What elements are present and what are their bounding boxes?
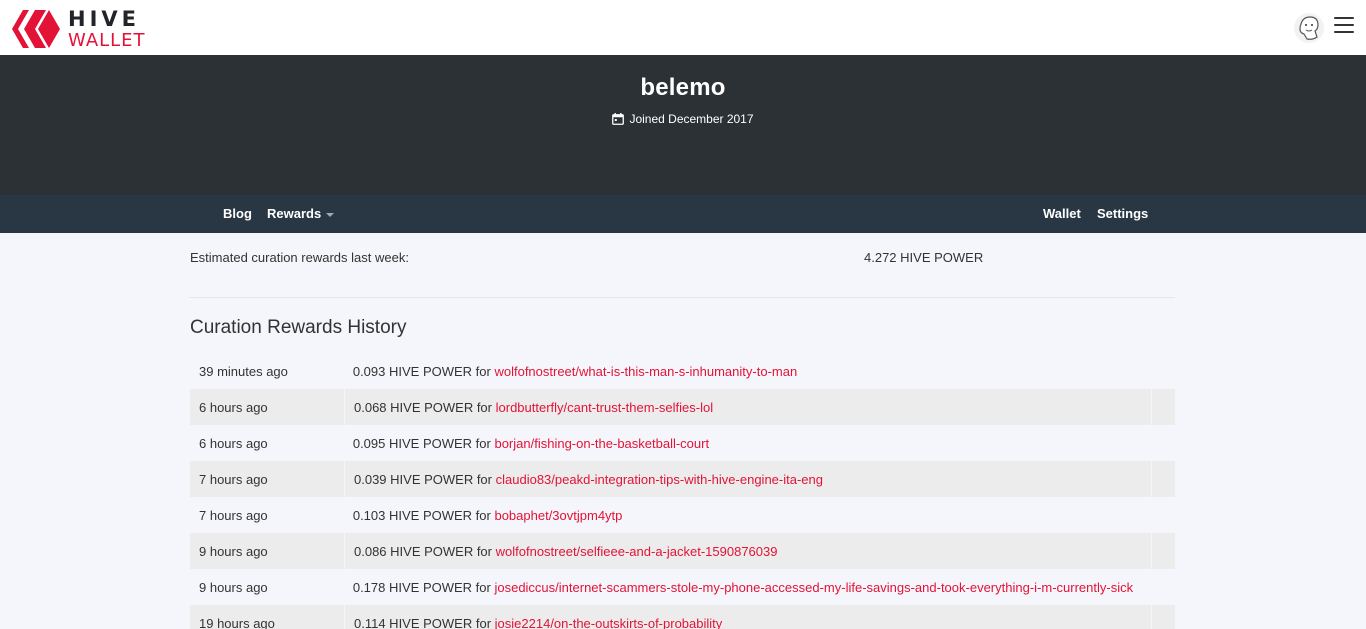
nav-blog[interactable]: Blog [223,206,252,221]
top-bar: HIVE WALLET [0,0,1366,55]
history-time: 6 hours ago [199,435,268,451]
nav-settings[interactable]: Settings [1097,206,1148,221]
rewards-content: Estimated curation rewards last week: 4.… [189,233,1175,629]
logo-hive-text: HIVE [68,6,140,31]
joined-text: Joined December 2017 [629,112,754,126]
user-avatar-icon[interactable] [1293,12,1325,44]
history-detail: 0.068 HIVE POWER for lordbutterfly/cant-… [344,389,1151,425]
history-amount: 0.095 HIVE POWER for [352,435,491,451]
estimate-row: Estimated curation rewards last week: 4.… [189,233,1175,298]
history-amount: 0.178 HIVE POWER for [352,579,491,595]
calendar-icon [612,113,625,125]
history-row-spacer [1151,533,1175,569]
history-time: 19 hours ago [199,615,275,629]
history-post-link[interactable]: borjan/fishing-on-the-basketball-court [494,436,709,451]
history-post-link[interactable]: josediccus/internet-scammers-stole-my-ph… [494,580,1133,595]
history-post-link[interactable]: wolfofnostreet/what-is-this-man-s-inhuma… [494,364,797,379]
history-amount: 0.068 HIVE POWER for [354,399,492,415]
history-time: 39 minutes ago [199,363,288,379]
history-post-link[interactable]: wolfofnostreet/selfieee-and-a-jacket-159… [496,544,778,559]
history-amount: 0.039 HIVE POWER for [354,471,492,487]
hive-logo-icon [12,10,60,48]
history-row: 7 hours ago 0.039 HIVE POWER for claudio8… [190,461,1175,497]
logo-wallet-text: WALLET [68,29,146,51]
history-row: 7 hours ago 0.103 HIVE POWER for bobaphet… [190,497,1150,533]
history-row: 19 hours ago 0.114 HIVE POWER for josie22… [190,605,1175,629]
curation-history-table: 39 minutes ago 0.093 HIVE POWER for wolfo… [190,353,1175,629]
history-post-link[interactable]: josie2214/on-the-outskirts-of-probabilit… [495,616,723,629]
joined-date: Joined December 2017 [612,112,754,126]
history-detail: 0.039 HIVE POWER for claudio83/peakd-int… [344,461,1151,497]
history-post-link[interactable]: claudio83/peakd-integration-tips-with-hi… [496,472,823,487]
section-title: Curation Rewards History [190,317,407,338]
estimate-value: 4.272 HIVE POWER [864,250,984,265]
history-amount: 0.114 HIVE POWER for [354,615,492,629]
caret-down-icon [326,212,335,217]
history-amount: 0.086 HIVE POWER for [354,543,492,559]
nav-wallet[interactable]: Wallet [1043,206,1081,221]
history-amount: 0.103 HIVE POWER for [352,507,491,523]
history-row: 6 hours ago 0.068 HIVE POWER for lordbutt… [190,389,1175,425]
history-amount: 0.093 HIVE POWER for [352,363,491,379]
history-detail: 0.103 HIVE POWER for bobaphet/3ovtjpm4yt… [344,497,1150,533]
history-time: 7 hours ago [199,507,268,523]
history-row: 9 hours ago 0.086 HIVE POWER for wolfofno… [190,533,1175,569]
nav-rewards-label: Rewards [267,206,322,221]
history-time: 6 hours ago [199,399,268,415]
history-time: 9 hours ago [199,543,268,559]
history-row-spacer [1151,461,1175,497]
profile-subnav: Blog Rewards Wallet Settings [0,195,1366,233]
history-detail: 0.178 HIVE POWER for josediccus/internet… [344,569,1150,605]
nav-rewards-dropdown[interactable]: Rewards [267,206,335,221]
history-time: 7 hours ago [199,471,268,487]
profile-name: belemo [640,74,726,101]
estimate-label: Estimated curation rewards last week: [190,250,409,265]
history-detail: 0.095 HIVE POWER for borjan/fishing-on-t… [344,425,1150,461]
hamburger-menu-icon[interactable] [1334,17,1354,35]
hive-wallet-logo[interactable]: HIVE WALLET [12,8,146,50]
profile-header: belemo Joined December 2017 [0,55,1366,195]
history-time: 9 hours ago [199,579,268,595]
history-row: 39 minutes ago 0.093 HIVE POWER for wolfo… [190,353,1150,389]
logo-text: HIVE WALLET [68,6,146,51]
history-detail: 0.093 HIVE POWER for wolfofnostreet/what… [344,353,1150,389]
history-post-link[interactable]: bobaphet/3ovtjpm4ytp [494,508,622,523]
history-post-link[interactable]: lordbutterfly/cant-trust-them-selfies-lo… [496,400,713,415]
history-row-spacer [1151,605,1175,629]
history-row: 9 hours ago 0.178 HIVE POWER for josedicc… [190,569,1150,605]
history-row: 6 hours ago 0.095 HIVE POWER for borjan/f… [190,425,1150,461]
history-detail: 0.086 HIVE POWER for wolfofnostreet/self… [344,533,1151,569]
history-detail: 0.114 HIVE POWER for josie2214/on-the-ou… [344,605,1151,629]
history-row-spacer [1151,389,1175,425]
